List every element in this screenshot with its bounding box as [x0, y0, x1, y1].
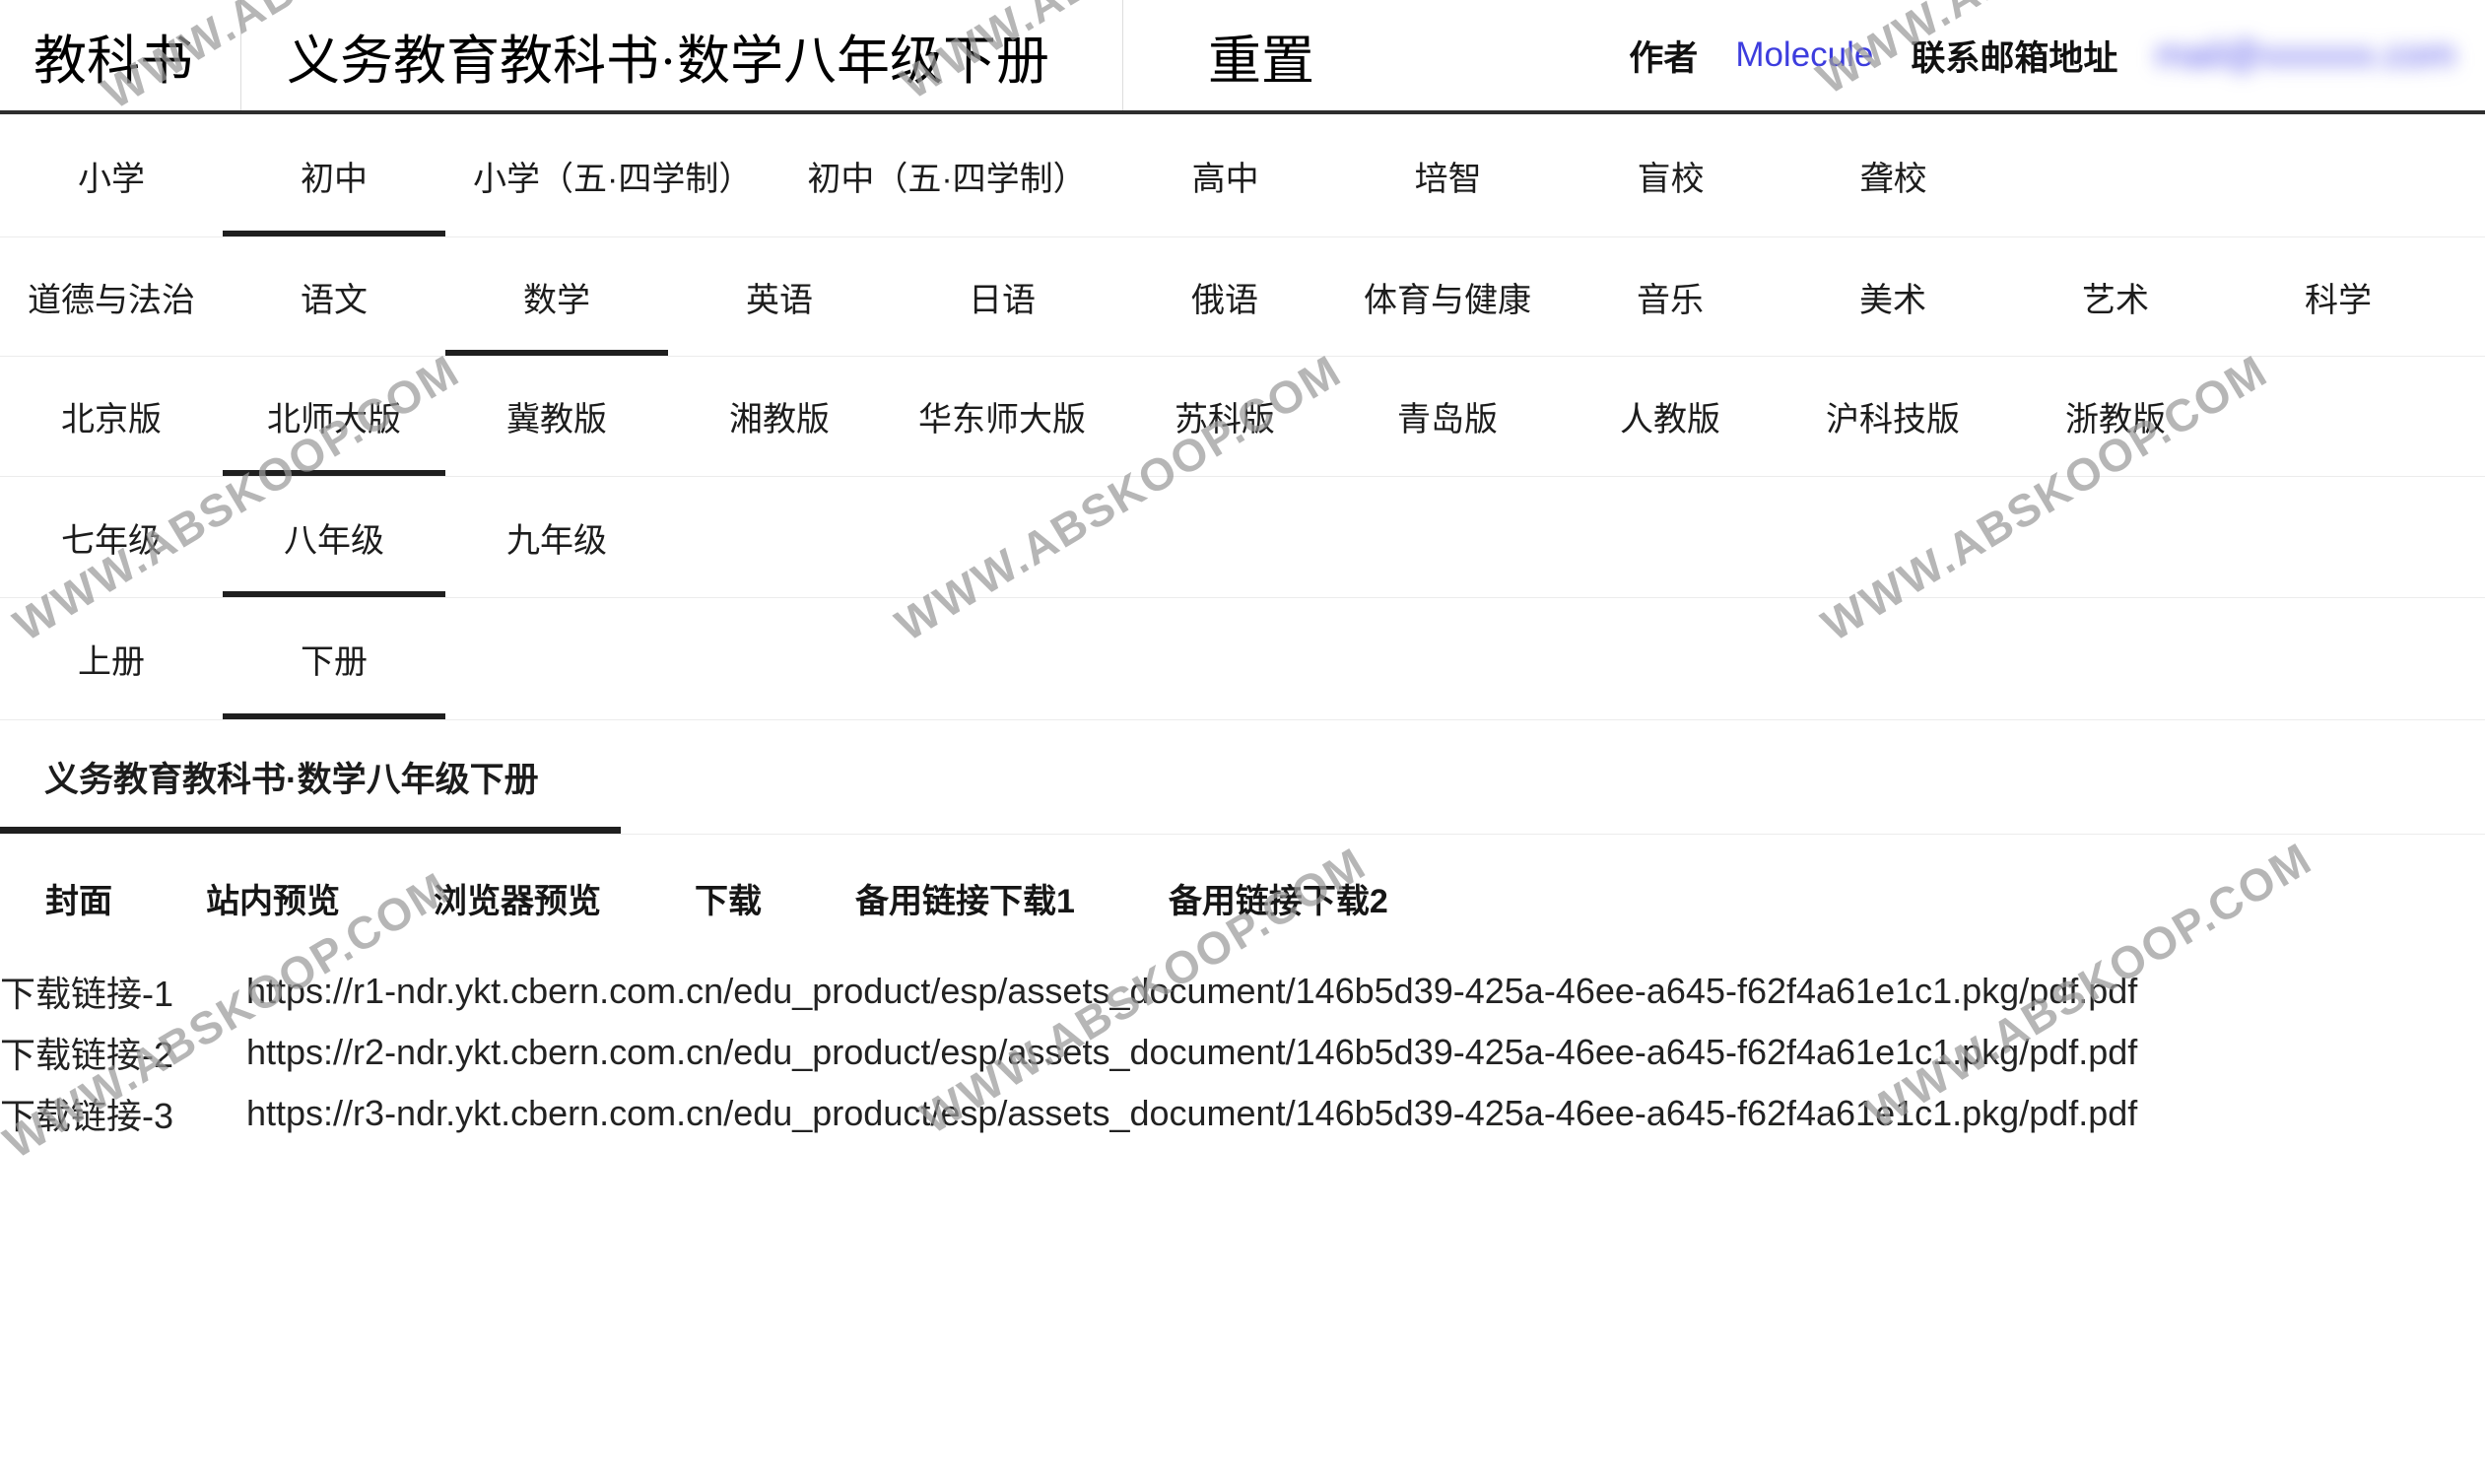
contact-label: 联系邮箱地址	[1911, 31, 2117, 81]
publisher-tab-3[interactable]: 冀教版	[445, 357, 668, 476]
volume-tab-1[interactable]: 上册	[0, 598, 223, 719]
download-url-1[interactable]: https://r1-ndr.ykt.cbern.com.cn/edu_prod…	[246, 971, 2137, 1012]
action-browser-preview[interactable]: 浏览器预览	[434, 874, 601, 922]
download-label-1: 下载链接-1	[0, 966, 246, 1017]
stage-tab-7[interactable]: 盲校	[1560, 114, 1782, 236]
stage-tab-2[interactable]: 初中	[223, 114, 445, 236]
header: 教科书 义务教育教科书·数学八年级下册 重置 作者 Molecule 联系邮箱地…	[0, 0, 2485, 114]
author-group: 作者 Molecule 联系邮箱地址 mail@xxxxxx.com	[1629, 31, 2485, 81]
grade-tab-1[interactable]: 七年级	[0, 477, 223, 597]
brand-title: 教科书	[0, 17, 240, 95]
grade-tab-3[interactable]: 九年级	[445, 477, 668, 597]
subject-tab-4[interactable]: 英语	[668, 237, 891, 356]
download-url-3[interactable]: https://r3-ndr.ykt.cbern.com.cn/edu_prod…	[246, 1093, 2137, 1134]
download-row-3: 下载链接-3https://r3-ndr.ykt.cbern.com.cn/ed…	[0, 1083, 2485, 1144]
action-bar: 封面 站内预览 浏览器预览 下载 备用链接下载1 备用链接下载2	[0, 835, 2485, 961]
publisher-tab-1[interactable]: 北京版	[0, 357, 223, 476]
tab-row-grade: 七年级八年级九年级	[0, 477, 2485, 598]
subject-tab-9[interactable]: 美术	[1781, 237, 2004, 356]
page: 教科书 义务教育教科书·数学八年级下册 重置 作者 Molecule 联系邮箱地…	[0, 0, 2485, 1484]
email-redacted[interactable]: mail@xxxxxx.com	[2155, 34, 2455, 77]
tab-row-publisher: 北京版北师大版冀教版湘教版华东师大版苏科版青岛版人教版沪科技版浙教版	[0, 357, 2485, 477]
publisher-tab-6[interactable]: 苏科版	[1113, 357, 1336, 476]
action-download[interactable]: 下载	[695, 874, 762, 922]
stage-tab-5[interactable]: 高中	[1114, 114, 1337, 236]
header-divider-right	[1122, 0, 1123, 110]
action-alt-download-2[interactable]: 备用链接下载2	[1169, 874, 1388, 922]
download-label-3: 下载链接-3	[0, 1088, 246, 1139]
subject-tab-11[interactable]: 科学	[2227, 237, 2450, 356]
action-site-preview[interactable]: 站内预览	[206, 874, 340, 922]
stage-tab-6[interactable]: 培智	[1337, 114, 1560, 236]
subject-tab-10[interactable]: 艺术	[2004, 237, 2227, 356]
stage-tab-4[interactable]: 初中（五·四学制）	[779, 114, 1113, 236]
stage-tab-3[interactable]: 小学（五·四学制）	[445, 114, 779, 236]
reset-button[interactable]: 重置	[1208, 17, 1314, 95]
download-label-2: 下载链接-2	[0, 1027, 246, 1078]
subject-tab-3[interactable]: 数学	[445, 237, 668, 356]
grade-tab-2[interactable]: 八年级	[223, 477, 445, 597]
tab-row-subject: 道德与法治语文数学英语日语俄语体育与健康音乐美术艺术科学	[0, 237, 2485, 357]
download-links: 下载链接-1https://r1-ndr.ykt.cbern.com.cn/ed…	[0, 961, 2485, 1144]
stage-tab-1[interactable]: 小学	[0, 114, 223, 236]
stage-tab-8[interactable]: 聋校	[1782, 114, 2005, 236]
action-alt-download-1[interactable]: 备用链接下载1	[855, 874, 1075, 922]
publisher-tab-8[interactable]: 人教版	[1559, 357, 1781, 476]
tab-row-volume: 上册下册	[0, 598, 2485, 720]
subject-tab-5[interactable]: 日语	[891, 237, 1113, 356]
publisher-tab-4[interactable]: 湘教版	[668, 357, 891, 476]
publisher-tab-7[interactable]: 青岛版	[1336, 357, 1559, 476]
action-cover[interactable]: 封面	[45, 874, 112, 922]
subject-tab-8[interactable]: 音乐	[1559, 237, 1781, 356]
download-url-2[interactable]: https://r2-ndr.ykt.cbern.com.cn/edu_prod…	[246, 1032, 2137, 1073]
publisher-tab-2[interactable]: 北师大版	[223, 357, 445, 476]
publisher-tab-5[interactable]: 华东师大版	[891, 357, 1113, 476]
book-tab-1[interactable]: 义务教育教科书·数学八年级下册	[0, 720, 621, 834]
tab-row-stage: 小学初中小学（五·四学制）初中（五·四学制）高中培智盲校聋校	[0, 114, 2485, 237]
subject-tab-1[interactable]: 道德与法治	[0, 237, 223, 356]
publisher-tab-10[interactable]: 浙教版	[2004, 357, 2227, 476]
download-row-1: 下载链接-1https://r1-ndr.ykt.cbern.com.cn/ed…	[0, 961, 2485, 1022]
subject-tab-2[interactable]: 语文	[223, 237, 445, 356]
subject-tab-7[interactable]: 体育与健康	[1336, 237, 1559, 356]
author-label: 作者	[1629, 31, 1698, 81]
author-link[interactable]: Molecule	[1735, 35, 1873, 75]
tab-rows: 小学初中小学（五·四学制）初中（五·四学制）高中培智盲校聋校道德与法治语文数学英…	[0, 114, 2485, 835]
publisher-tab-9[interactable]: 沪科技版	[1781, 357, 2004, 476]
page-title: 义务教育教科书·数学八年级下册	[241, 17, 1122, 95]
download-row-2: 下载链接-2https://r2-ndr.ykt.cbern.com.cn/ed…	[0, 1022, 2485, 1083]
subject-tab-6[interactable]: 俄语	[1113, 237, 1336, 356]
tab-row-book: 义务教育教科书·数学八年级下册	[0, 720, 2485, 835]
volume-tab-2[interactable]: 下册	[223, 598, 445, 719]
